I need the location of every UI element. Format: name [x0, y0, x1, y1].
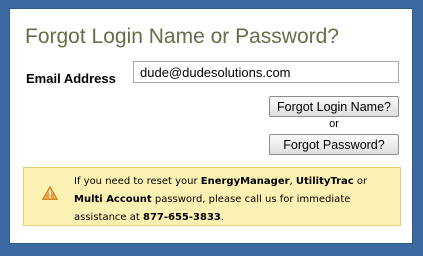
forgot-password-button[interactable]: Forgot Password?	[269, 134, 399, 155]
notice-message: If you need to reset your EnergyManager,…	[74, 173, 394, 227]
product-name-multi-account: Multi Account	[74, 194, 152, 205]
or-separator: or	[329, 118, 339, 130]
notice-text-part: .	[220, 212, 225, 223]
page-title: Forgot Login Name or Password?	[25, 25, 339, 48]
product-name-energymanager: EnergyManager	[200, 176, 290, 187]
notice-box: If you need to reset your EnergyManager,…	[23, 167, 401, 226]
product-name-utilitytrac: UtilityTrac	[295, 176, 354, 187]
support-phone-number: 877-655-3833	[142, 212, 221, 223]
email-input[interactable]	[133, 61, 399, 83]
notice-text-part: If you need to reset your	[74, 176, 201, 187]
warning-icon	[42, 186, 58, 200]
forgot-credentials-panel: Forgot Login Name or Password? Email Add…	[9, 8, 413, 244]
forgot-login-name-button[interactable]: Forgot Login Name?	[269, 96, 399, 117]
email-label: Email Address	[26, 71, 116, 86]
notice-text-part: or	[353, 176, 368, 187]
